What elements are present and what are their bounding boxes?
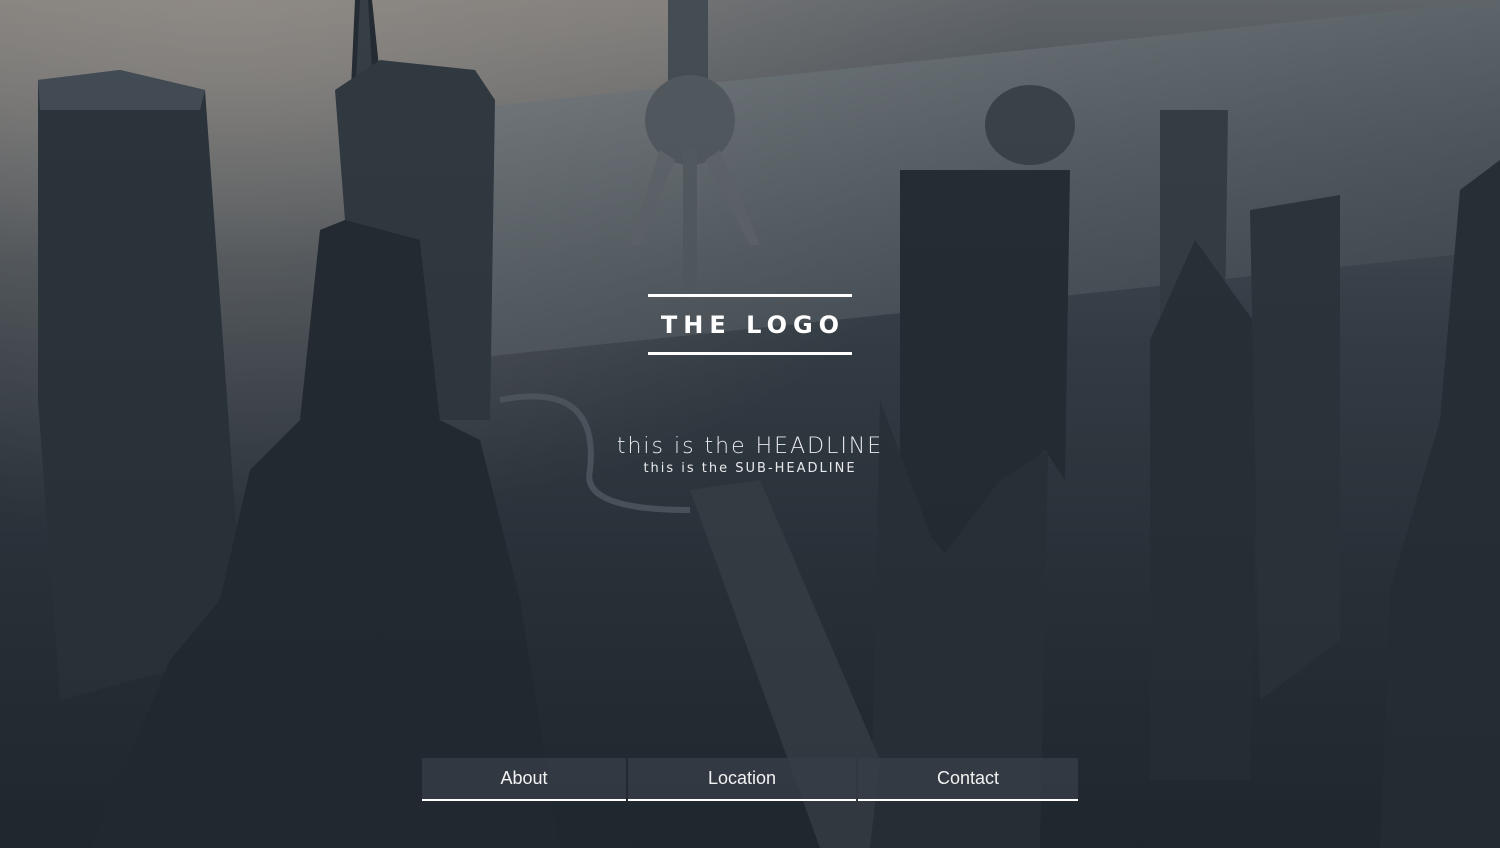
site-logo[interactable]: THE LOGO [648, 294, 852, 355]
nav-item-about[interactable]: About [422, 758, 626, 801]
page-subheadline: this is the SUB-HEADLINE [643, 461, 857, 476]
dark-overlay [0, 0, 1500, 848]
hero-section: THE LOGO this is the HEADLINE this is th… [0, 0, 1500, 848]
nav-item-location[interactable]: Location [628, 758, 856, 801]
main-navigation: About Location Contact [422, 758, 1078, 801]
logo-text: THE LOGO [660, 310, 846, 339]
page-headline: this is the HEADLINE [616, 434, 884, 459]
nav-item-contact[interactable]: Contact [858, 758, 1078, 801]
